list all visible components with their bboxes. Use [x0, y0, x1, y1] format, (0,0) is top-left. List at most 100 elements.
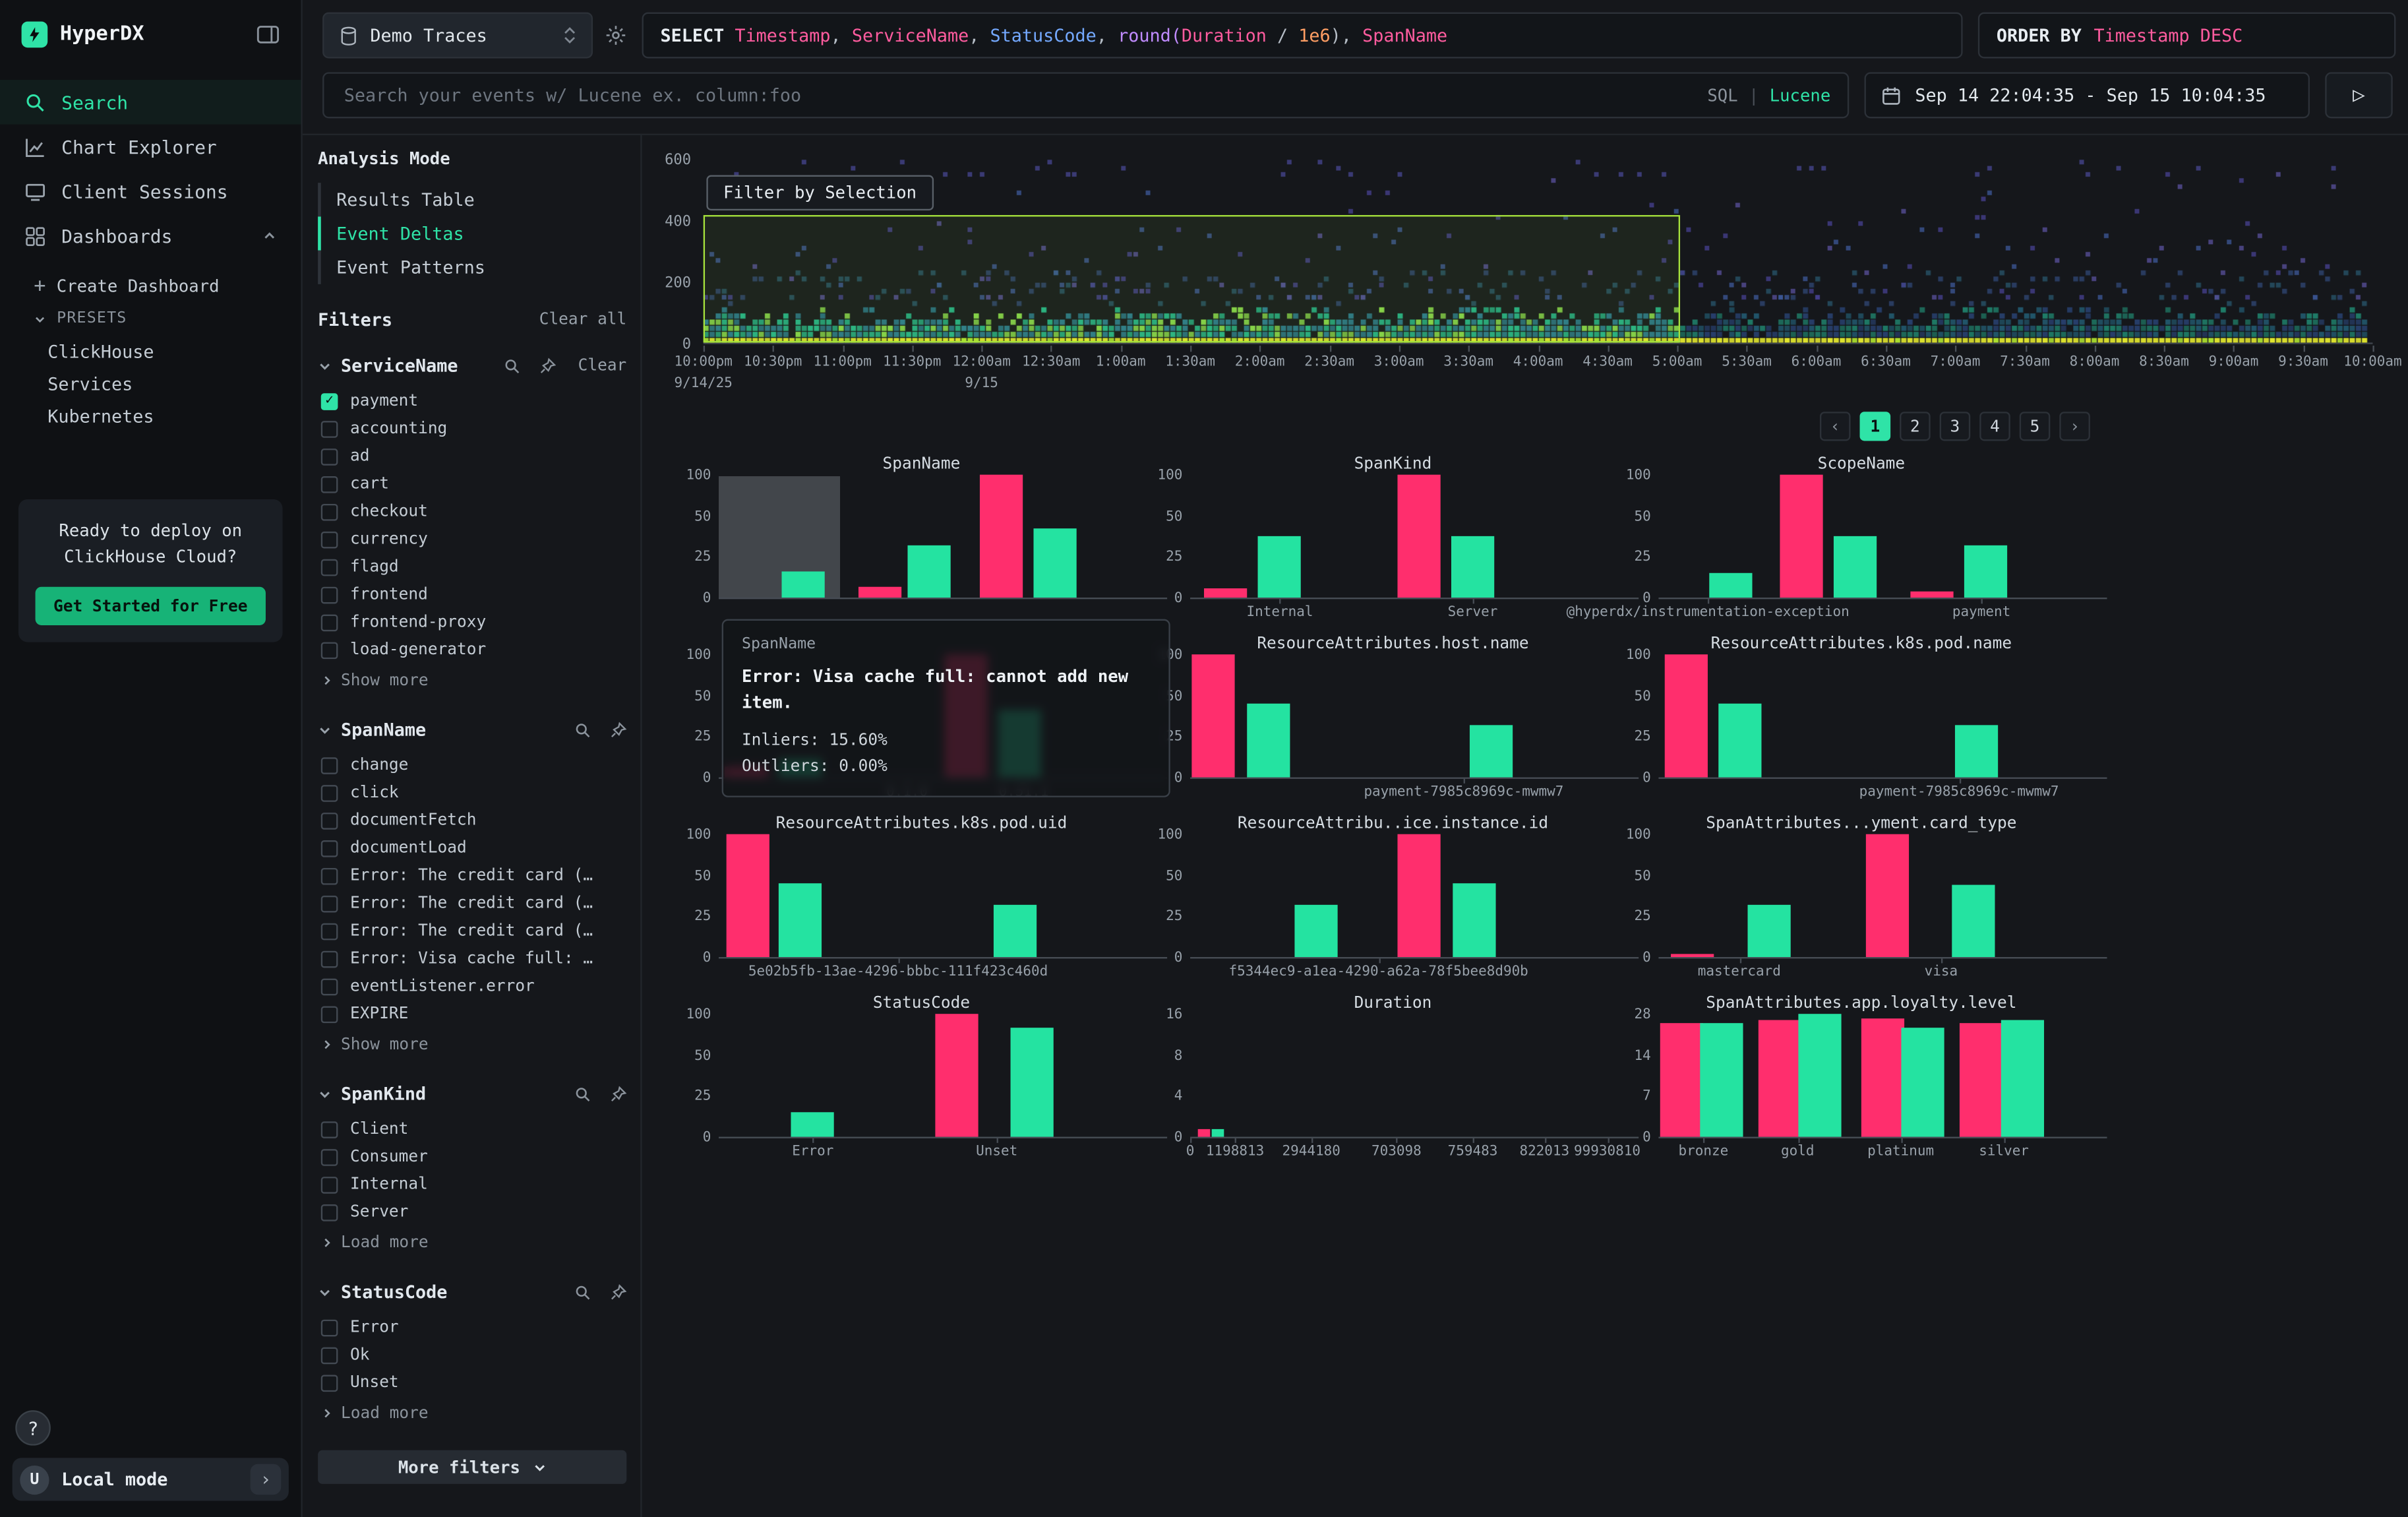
pin-filter-icon[interactable]	[610, 1284, 627, 1301]
bar-outliers[interactable]	[1205, 588, 1248, 598]
next-page-button[interactable]: ›	[2059, 412, 2090, 441]
create-dashboard-button[interactable]: + Create Dashboard	[0, 270, 301, 303]
filter-group-header-SpanName[interactable]: SpanName	[318, 714, 626, 745]
filter-option-change[interactable]: change	[318, 751, 626, 779]
chart-plot[interactable]	[1190, 656, 1639, 779]
filter-by-selection-button[interactable]: Filter by Selection	[706, 175, 933, 211]
bar-outliers[interactable]	[1191, 654, 1234, 777]
bar-outliers[interactable]	[1660, 1023, 1702, 1136]
bar-inliers[interactable]	[778, 882, 821, 957]
sql-toggle[interactable]: SQL	[1707, 85, 1737, 105]
bar-outliers[interactable]	[1197, 1129, 1210, 1136]
chart-plot[interactable]	[719, 1016, 1167, 1138]
sidebar-item-chart-explorer[interactable]: Chart Explorer	[0, 125, 301, 170]
filter-option-frontend-proxy[interactable]: frontend-proxy	[318, 608, 626, 636]
bar-outliers[interactable]	[727, 834, 769, 957]
chart-plot[interactable]	[1658, 1016, 2107, 1138]
checkbox[interactable]	[321, 757, 338, 774]
pin-filter-icon[interactable]	[539, 357, 557, 375]
checkbox[interactable]	[321, 784, 338, 801]
checkbox[interactable]	[321, 867, 338, 884]
show-more-button[interactable]: Load more	[318, 1229, 626, 1256]
checkbox[interactable]	[321, 1204, 338, 1221]
bar-inliers[interactable]	[2001, 1020, 2043, 1136]
checkbox[interactable]	[321, 1121, 338, 1138]
filter-option-Error: The credit card (…[interactable]: Error: The credit card (…	[318, 862, 626, 890]
bar-inliers[interactable]	[1469, 726, 1512, 777]
filter-option-Error: The credit card (…[interactable]: Error: The credit card (…	[318, 890, 626, 917]
checkbox[interactable]	[321, 448, 338, 465]
bar-inliers[interactable]	[1964, 546, 2007, 598]
checkbox[interactable]	[321, 1319, 338, 1336]
bar-inliers[interactable]	[1952, 885, 1995, 957]
chart-plot[interactable]	[1658, 836, 2107, 958]
bar-outliers[interactable]	[1397, 475, 1440, 598]
heatmap-selection-region[interactable]	[704, 215, 1680, 342]
filter-group-header-SpanKind[interactable]: SpanKind	[318, 1078, 626, 1109]
bar-inliers[interactable]	[908, 546, 951, 598]
page-button-2[interactable]: 2	[1900, 412, 1931, 441]
bar-outliers[interactable]	[1670, 954, 1713, 957]
pin-filter-icon[interactable]	[610, 722, 627, 739]
bar-inliers[interactable]	[1294, 906, 1337, 957]
help-button[interactable]: ?	[15, 1410, 51, 1446]
filter-option-load-generator[interactable]: load-generator	[318, 636, 626, 664]
chart-plot[interactable]	[1658, 656, 2107, 779]
filter-option-Server[interactable]: Server	[318, 1198, 626, 1226]
analysis-mode-event-patterns[interactable]: Event Patterns	[318, 251, 626, 284]
filter-group-header-ServiceName[interactable]: ServiceNameClear	[318, 350, 626, 381]
bar-inliers[interactable]	[791, 1112, 834, 1136]
chart-plot[interactable]	[1190, 1016, 1639, 1138]
search-filter-icon[interactable]	[574, 1086, 591, 1103]
chart-plot[interactable]	[719, 476, 1167, 599]
checkbox[interactable]	[321, 641, 338, 658]
order-by-editor[interactable]: ORDER BY Timestamp DESC	[1978, 13, 2396, 59]
filter-option-frontend[interactable]: frontend	[318, 580, 626, 608]
filter-option-cart[interactable]: cart	[318, 470, 626, 498]
filter-option-eventListener.error[interactable]: eventListener.error	[318, 972, 626, 1000]
analysis-mode-results-table[interactable]: Results Table	[318, 183, 626, 216]
checkbox[interactable]: ✓	[321, 392, 338, 410]
page-button-5[interactable]: 5	[2020, 412, 2051, 441]
run-query-button[interactable]: ▷	[2325, 72, 2392, 118]
bar-outliers[interactable]	[1911, 591, 1954, 598]
bar-inliers[interactable]	[1709, 573, 1752, 598]
more-filters-button[interactable]: More filters	[318, 1450, 626, 1484]
filter-option-click[interactable]: click	[318, 779, 626, 807]
show-more-button[interactable]: Show more	[318, 667, 626, 695]
bar-outliers[interactable]	[1960, 1023, 2002, 1136]
checkbox[interactable]	[321, 559, 338, 576]
sidebar-item-search[interactable]: Search	[0, 80, 301, 125]
bar-inliers[interactable]	[1700, 1023, 1743, 1136]
filter-option-checkout[interactable]: checkout	[318, 498, 626, 526]
filter-option-Error: Visa cache full: …[interactable]: Error: Visa cache full: …	[318, 944, 626, 972]
bar-outliers[interactable]	[1780, 475, 1823, 598]
checkbox[interactable]	[321, 840, 338, 857]
bar-inliers[interactable]	[1902, 1028, 1944, 1137]
bar-outliers[interactable]	[1865, 834, 1908, 957]
bar-inliers[interactable]	[1011, 1027, 1054, 1136]
filter-option-flagd[interactable]: flagd	[318, 553, 626, 580]
checkbox[interactable]	[321, 923, 338, 940]
chart-plot[interactable]	[719, 836, 1167, 958]
analysis-mode-event-deltas[interactable]: Event Deltas	[318, 216, 626, 250]
prev-page-button[interactable]: ‹	[1820, 412, 1851, 441]
bar-inliers[interactable]	[1451, 537, 1494, 598]
filter-option-Client[interactable]: Client	[318, 1115, 626, 1143]
filter-option-ad[interactable]: ad	[318, 443, 626, 470]
checkbox[interactable]	[321, 1005, 338, 1022]
lucene-toggle[interactable]: Lucene	[1770, 85, 1831, 105]
filter-option-Internal[interactable]: Internal	[318, 1171, 626, 1198]
sidebar-item-kubernetes[interactable]: Kubernetes	[0, 400, 301, 432]
filter-option-documentFetch[interactable]: documentFetch	[318, 807, 626, 834]
checkbox[interactable]	[321, 613, 338, 631]
bar-inliers[interactable]	[1747, 906, 1790, 957]
bar-inliers[interactable]	[1033, 529, 1076, 598]
bar-inliers[interactable]	[1453, 882, 1496, 957]
chart-plot[interactable]	[1658, 476, 2107, 599]
bar-outliers[interactable]	[1664, 654, 1707, 777]
bar-outliers[interactable]	[858, 586, 901, 598]
gear-icon[interactable]	[605, 24, 627, 46]
checkbox[interactable]	[321, 531, 338, 548]
chart-plot[interactable]	[1190, 476, 1639, 599]
